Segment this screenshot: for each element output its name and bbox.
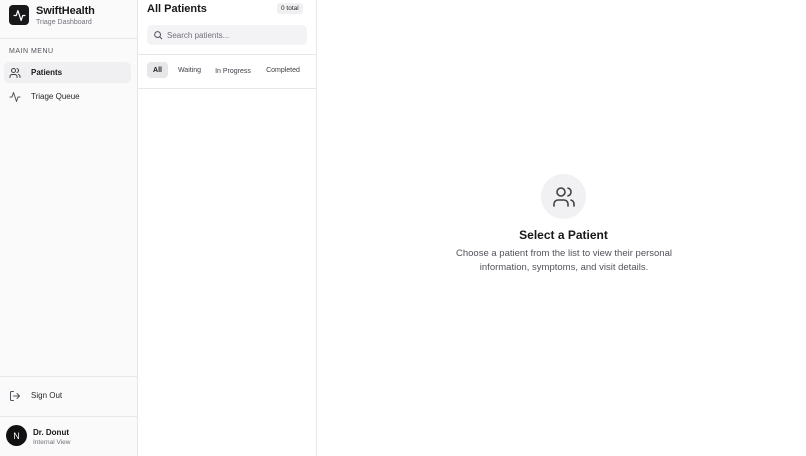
sidebar-item-label: Patients	[31, 68, 63, 77]
sidebar: SwiftHealth Triage Dashboard MAIN MENU P…	[0, 0, 138, 456]
sidebar-item-patients[interactable]: Patients	[4, 62, 131, 83]
patient-detail-area: Select a Patient Choose a patient from t…	[317, 0, 806, 456]
divider	[0, 376, 137, 377]
sign-out-label: Sign Out	[31, 391, 63, 400]
users-icon	[541, 174, 586, 219]
sidebar-item-triage-queue[interactable]: Triage Queue	[4, 86, 131, 107]
divider	[138, 54, 316, 55]
tab-in-progress[interactable]: In Progress	[213, 61, 253, 81]
search-icon	[153, 30, 163, 40]
patient-list-panel: All Patients 0 total All Waiting In Prog…	[138, 0, 317, 456]
brand-subtitle: Triage Dashboard	[36, 19, 92, 26]
tab-completed[interactable]: Completed	[258, 62, 308, 78]
tab-all[interactable]: All	[147, 62, 168, 78]
search-box[interactable]	[147, 25, 307, 45]
search-input[interactable]	[167, 30, 302, 40]
page-title: All Patients	[147, 3, 207, 15]
avatar[interactable]: N	[6, 425, 27, 446]
user-name: Dr. Donut	[33, 428, 69, 437]
sign-out-button[interactable]: Sign Out	[4, 385, 131, 406]
empty-state-title: Select a Patient	[519, 228, 608, 242]
brand-name: SwiftHealth	[36, 5, 95, 17]
tab-waiting[interactable]: Waiting	[172, 62, 207, 78]
sidebar-item-label: Triage Queue	[31, 92, 80, 101]
divider	[0, 416, 137, 417]
brand-header: SwiftHealth Triage Dashboard	[0, 0, 137, 39]
users-icon	[9, 67, 21, 79]
log-out-icon	[9, 390, 21, 402]
count-badge: 0 total	[277, 3, 303, 14]
divider	[138, 88, 316, 89]
empty-state-description: Choose a patient from the list to view t…	[456, 248, 672, 273]
activity-icon	[9, 5, 29, 25]
user-role: Internal View	[33, 439, 71, 446]
activity-icon	[9, 91, 21, 103]
main-menu-label: MAIN MENU	[9, 48, 54, 55]
